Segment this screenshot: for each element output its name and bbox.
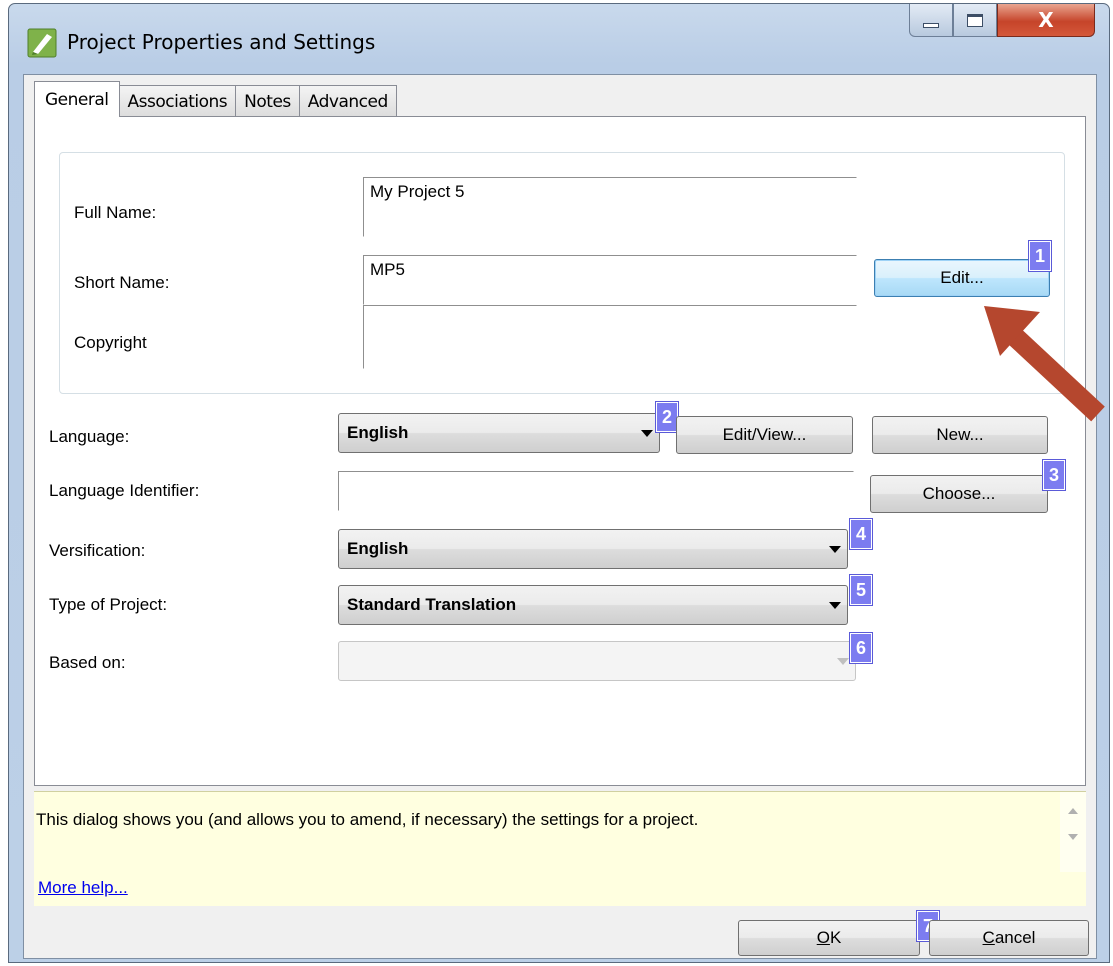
- full-name-field[interactable]: My Project 5: [363, 177, 857, 237]
- project-type-label: Type of Project:: [49, 595, 168, 614]
- chevron-down-icon: [829, 546, 841, 553]
- language-label: Language:: [49, 427, 130, 446]
- close-button[interactable]: X: [997, 4, 1095, 37]
- short-name-field[interactable]: MP5: [363, 255, 857, 305]
- callout-4: 4: [850, 519, 872, 549]
- ok-button[interactable]: OK: [738, 920, 920, 956]
- copyright-field[interactable]: [363, 305, 857, 369]
- chevron-down-icon: [829, 602, 841, 609]
- app-icon: [27, 28, 57, 58]
- versification-label: Versification:: [49, 541, 146, 560]
- language-dropdown[interactable]: English: [338, 413, 660, 453]
- tab-advanced[interactable]: Advanced: [298, 85, 397, 117]
- short-name-label: Short Name:: [74, 273, 170, 292]
- maximize-button[interactable]: [953, 4, 997, 37]
- callout-6: 6: [850, 633, 872, 663]
- minimize-icon: [923, 22, 939, 28]
- window-title: Project Properties and Settings: [67, 30, 376, 54]
- dialog-client-area: General Associations Notes Advanced Full…: [23, 74, 1097, 959]
- maximize-icon: [967, 13, 983, 27]
- callout-5: 5: [850, 575, 872, 605]
- callout-2: 2: [656, 402, 678, 432]
- ok-mnemonic: O: [816, 928, 830, 947]
- scroll-up-icon[interactable]: [1068, 808, 1078, 814]
- choose-language-button[interactable]: Choose...: [870, 475, 1048, 513]
- versification-dropdown-value: English: [347, 539, 409, 558]
- edit-view-language-button[interactable]: Edit/View...: [676, 416, 853, 454]
- chevron-down-icon: [641, 430, 653, 437]
- full-name-label: Full Name:: [74, 203, 157, 222]
- ok-label-rest: K: [829, 928, 842, 947]
- project-type-dropdown-value: Standard Translation: [347, 595, 517, 614]
- project-type-dropdown[interactable]: Standard Translation: [338, 585, 848, 625]
- chevron-down-icon: [837, 658, 849, 665]
- scroll-down-icon[interactable]: [1068, 834, 1078, 840]
- help-text: This dialog shows you (and allows you to…: [36, 810, 699, 829]
- cancel-label-rest: ancel: [994, 928, 1036, 947]
- language-dropdown-value: English: [347, 423, 409, 442]
- tab-strip: General Associations Notes Advanced: [34, 81, 397, 117]
- title-bar[interactable]: Project Properties and Settings X: [9, 4, 1109, 74]
- language-identifier-field[interactable]: [338, 471, 854, 511]
- more-help-link[interactable]: More help...: [38, 878, 128, 898]
- tab-associations[interactable]: Associations: [118, 85, 237, 117]
- based-on-dropdown[interactable]: [338, 641, 856, 681]
- minimize-button[interactable]: [909, 4, 953, 37]
- dialog-window: Project Properties and Settings X Genera…: [8, 3, 1110, 963]
- callout-3: 3: [1043, 460, 1065, 490]
- close-icon: X: [1038, 8, 1054, 32]
- cancel-button[interactable]: Cancel: [929, 920, 1089, 956]
- help-scrollbar[interactable]: [1060, 792, 1086, 872]
- callout-1: 1: [1029, 241, 1051, 271]
- versification-dropdown[interactable]: English: [338, 529, 848, 569]
- help-pane: This dialog shows you (and allows you to…: [34, 791, 1086, 906]
- tab-general[interactable]: General: [34, 81, 120, 117]
- annotation-arrow: [984, 306, 1105, 422]
- copyright-label: Copyright: [74, 333, 147, 352]
- general-tab-panel: Full Name: My Project 5 Short Name: MP5 …: [34, 116, 1086, 786]
- cancel-mnemonic: C: [982, 928, 995, 947]
- language-identifier-label: Language Identifier:: [49, 481, 200, 500]
- tab-notes[interactable]: Notes: [235, 85, 300, 117]
- names-group: Full Name: My Project 5 Short Name: MP5 …: [59, 152, 1065, 394]
- based-on-label: Based on:: [49, 653, 126, 672]
